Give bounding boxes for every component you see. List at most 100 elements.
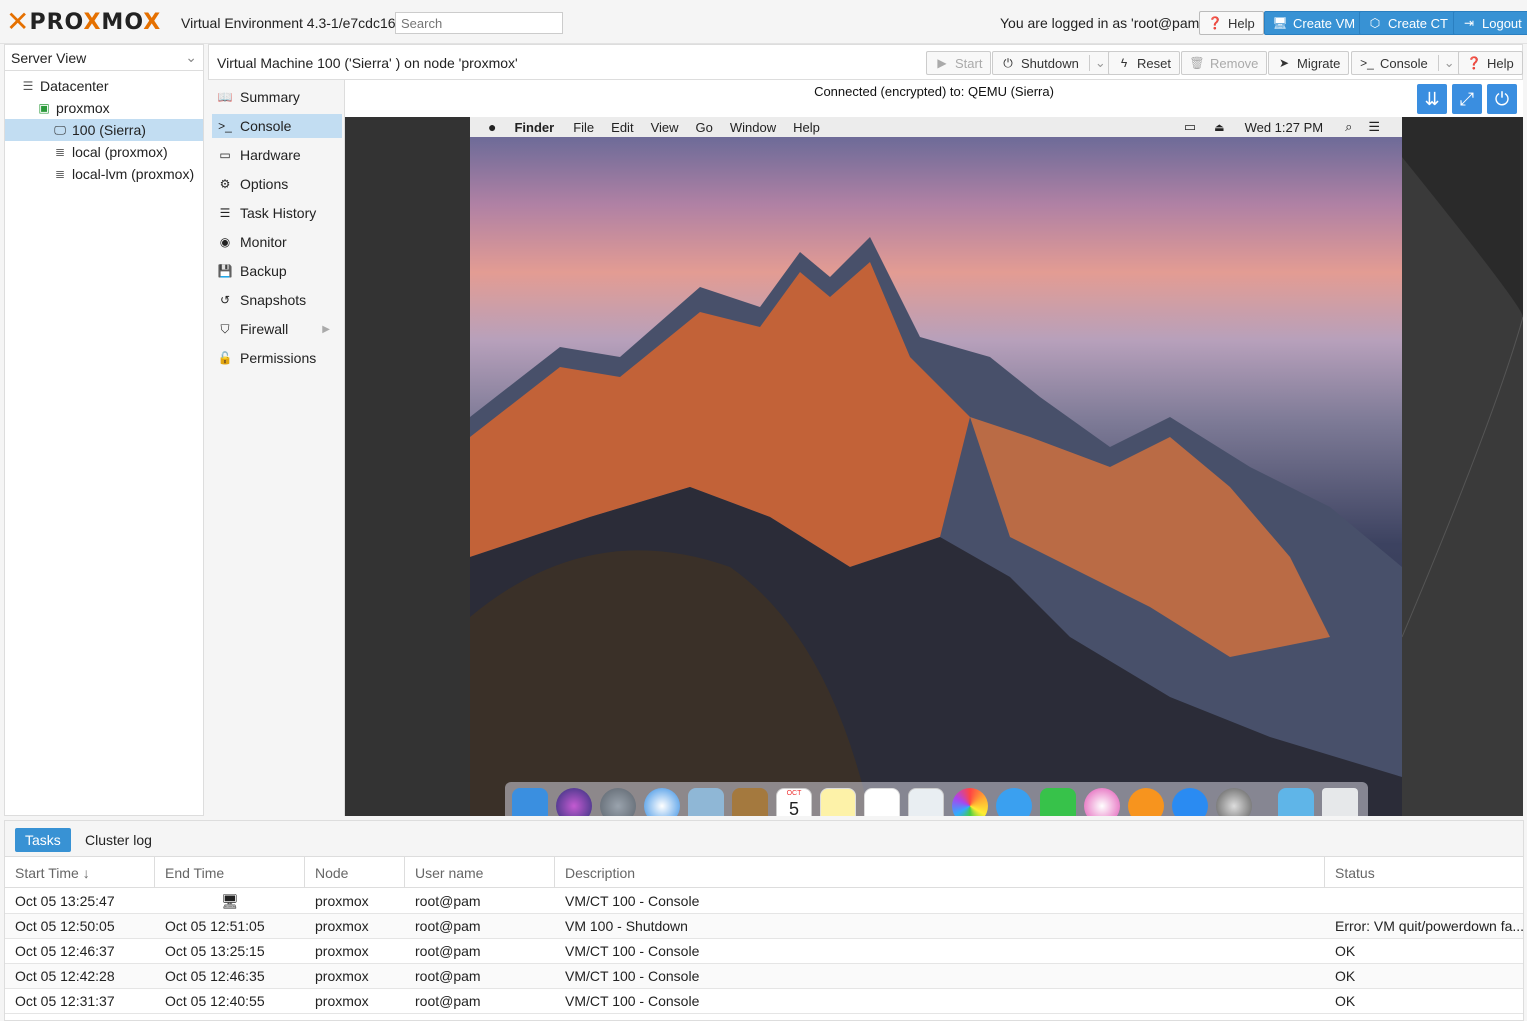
view-selector[interactable]: Server View ⌄ <box>5 45 203 71</box>
table-row[interactable]: Oct 05 12:50:05 Oct 05 12:51:05 proxmox … <box>5 914 1523 939</box>
start-button[interactable]: ▶ Start <box>926 51 992 75</box>
shutdown-button[interactable]: ⏻ Shutdown ⌄ <box>992 51 1115 75</box>
help-button-vm[interactable]: ❓ Help <box>1458 51 1523 75</box>
tree-node-proxmox[interactable]: ▣ proxmox <box>37 97 201 119</box>
itunes-icon[interactable] <box>1084 788 1120 816</box>
nav-item-console[interactable]: >_ Console <box>212 114 342 138</box>
column-end-time[interactable]: End Time <box>155 857 305 888</box>
menubar-item-window[interactable]: Window <box>730 120 776 135</box>
server-icon: ☰ <box>22 79 34 93</box>
column-label: Start Time <box>15 864 79 881</box>
trash-icon[interactable] <box>1322 788 1358 816</box>
migrate-button[interactable]: ➤ Migrate <box>1268 51 1350 75</box>
ibooks-icon[interactable] <box>1128 788 1164 816</box>
nav-item-firewall[interactable]: ⛉ Firewall ▶ <box>212 317 342 341</box>
table-row[interactable]: Oct 05 12:31:37 Oct 05 12:40:55 proxmox … <box>5 989 1523 1014</box>
table-row[interactable]: Oct 05 12:42:28 Oct 05 12:46:35 proxmox … <box>5 964 1523 989</box>
search-input[interactable] <box>395 12 563 34</box>
nav-item-backup[interactable]: 💾 Backup <box>212 259 342 283</box>
menubar-app-name[interactable]: Finder <box>514 120 554 135</box>
cell-description: VM 100 - Shutdown <box>565 918 688 934</box>
chevron-down-icon[interactable]: ⌄ <box>1088 55 1106 71</box>
nav-item-task-history[interactable]: ☰ Task History <box>212 201 342 225</box>
calendar-icon[interactable]: OCT 5 <box>776 788 812 816</box>
nav-item-snapshots[interactable]: ↺ Snapshots <box>212 288 342 312</box>
shutdown-label: Shutdown <box>1021 55 1079 71</box>
spotlight-icon[interactable]: ⌕ <box>1345 119 1352 135</box>
content-header: Virtual Machine 100 ('Sierra' ) on node … <box>208 44 1523 80</box>
photos-icon[interactable] <box>952 788 988 816</box>
logout-button[interactable]: ⇥ Logout <box>1453 11 1527 35</box>
top-bar: ✕ PROXMOX Virtual Environment 4.3-1/e7cdc… <box>0 0 1527 44</box>
paper-plane-icon: ➤ <box>1278 56 1290 70</box>
nav-item-options[interactable]: ⚙ Options <box>212 172 342 196</box>
safari-icon[interactable] <box>644 788 680 816</box>
cell-description: VM/CT 100 - Console <box>565 993 700 1009</box>
menubar-item-view[interactable]: View <box>651 120 679 135</box>
tree-node-datacenter[interactable]: ☰ Datacenter <box>21 75 201 97</box>
display-mirroring-icon[interactable]: ▭ <box>1184 119 1196 135</box>
table-row[interactable]: Oct 05 13:25:47 🖥 proxmox root@pam VM/CT… <box>5 889 1523 914</box>
expand-icon: ⤢ <box>1459 88 1475 109</box>
create-vm-button[interactable]: 🖥 Create VM <box>1264 11 1365 35</box>
nav-item-permissions[interactable]: 🔓 Permissions <box>212 346 342 370</box>
cube-icon: ⬡ <box>1369 16 1381 30</box>
cell-start-time: Oct 05 12:42:28 <box>15 968 115 984</box>
help-button[interactable]: ❓ Help <box>1199 11 1264 35</box>
guest-desktop[interactable]: ● Finder File Edit View Go Window Help ▭… <box>470 117 1402 816</box>
reminders-icon[interactable] <box>864 788 900 816</box>
chevron-down-icon[interactable]: ⌄ <box>1437 55 1455 71</box>
reset-label: Reset <box>1137 55 1171 71</box>
nav-item-summary[interactable]: 📖 Summary <box>212 85 342 109</box>
reset-button[interactable]: ϟ Reset <box>1108 51 1180 75</box>
resource-tree-panel: Server View ⌄ ☰ Datacenter ▣ proxmox 🖵 1… <box>4 44 204 816</box>
bolt-icon: ϟ <box>1120 56 1128 70</box>
launchpad-icon[interactable] <box>600 788 636 816</box>
column-user-name[interactable]: User name <box>405 857 555 888</box>
tab-cluster-log[interactable]: Cluster log <box>75 828 162 852</box>
column-node[interactable]: Node <box>305 857 405 888</box>
nav-label: Permissions <box>240 350 317 366</box>
notification-center-icon[interactable]: ☰ <box>1368 119 1380 135</box>
siri-icon[interactable] <box>556 788 592 816</box>
column-description[interactable]: Description <box>555 857 1325 888</box>
messages-icon[interactable] <box>996 788 1032 816</box>
table-row[interactable]: Oct 05 12:46:37 Oct 05 13:25:15 proxmox … <box>5 939 1523 964</box>
menubar-item-file[interactable]: File <box>573 120 594 135</box>
tree-node-local[interactable]: ≣ local (proxmox) <box>53 141 201 163</box>
fullscreen-button[interactable]: ⤢ <box>1452 84 1482 114</box>
column-start-time[interactable]: Start Time ↓ <box>5 857 155 888</box>
downloads-folder-icon[interactable] <box>1278 788 1314 816</box>
maps-icon[interactable] <box>908 788 944 816</box>
menubar-item-edit[interactable]: Edit <box>611 120 633 135</box>
menubar-item-help[interactable]: Help <box>793 120 820 135</box>
tree-node-vm-100[interactable]: 🖵 100 (Sierra) <box>5 119 203 141</box>
console-button[interactable]: >_ Console ⌄ <box>1351 51 1464 75</box>
menubar-item-go[interactable]: Go <box>696 120 713 135</box>
tree-node-local-lvm[interactable]: ≣ local-lvm (proxmox) <box>53 163 201 185</box>
system-preferences-icon[interactable] <box>1216 788 1252 816</box>
remove-button[interactable]: 🗑 Remove <box>1181 51 1268 75</box>
apple-icon[interactable]: ● <box>488 119 496 135</box>
shield-icon: ⛉ <box>220 321 230 336</box>
nav-item-monitor[interactable]: ◉ Monitor <box>212 230 342 254</box>
nav-item-hardware[interactable]: ▭ Hardware <box>212 143 342 167</box>
facetime-icon[interactable] <box>1040 788 1076 816</box>
vnc-settings-button[interactable]: ⇊ <box>1417 84 1447 114</box>
column-status[interactable]: Status <box>1325 857 1523 888</box>
finder-icon[interactable] <box>512 788 548 816</box>
notes-icon[interactable] <box>820 788 856 816</box>
cell-node: proxmox <box>315 943 369 959</box>
app-store-icon[interactable] <box>1172 788 1208 816</box>
database-icon: ≣ <box>54 145 66 159</box>
tab-tasks[interactable]: Tasks <box>15 828 71 852</box>
create-ct-button[interactable]: ⬡ Create CT <box>1359 11 1457 35</box>
eject-icon[interactable]: ⏏ <box>1214 121 1224 134</box>
menubar-clock[interactable]: Wed 1:27 PM <box>1245 120 1324 135</box>
power-button[interactable]: ⏻ <box>1487 84 1517 114</box>
mail-icon[interactable] <box>688 788 724 816</box>
logout-label: Logout <box>1482 15 1522 31</box>
contacts-icon[interactable] <box>732 788 768 816</box>
tree-node-label: local-lvm (proxmox) <box>72 166 195 182</box>
cell-user: root@pam <box>415 893 481 909</box>
